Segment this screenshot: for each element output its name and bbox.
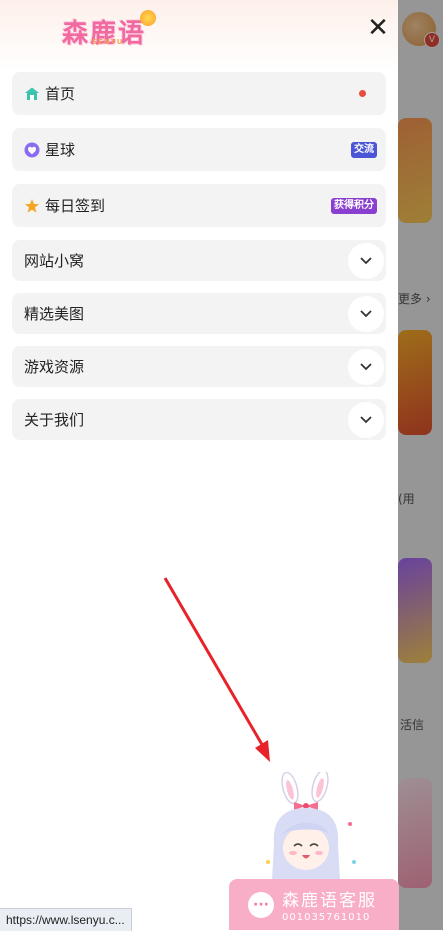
menu-item-label: 网站小窝: [24, 252, 85, 270]
chevron-down-icon[interactable]: [348, 242, 384, 279]
menu-item-label: 关于我们: [24, 411, 85, 429]
logo-subtext: SENYU: [92, 38, 124, 46]
notification-dot: [359, 89, 366, 97]
sun-icon: [140, 10, 156, 26]
menu-item-site-nest[interactable]: 网站小窝: [12, 240, 386, 281]
menu-item-home[interactable]: 首页: [12, 72, 386, 115]
chevron-down-icon[interactable]: [348, 295, 384, 332]
customer-service-button[interactable]: ··· 森鹿语客服 001035761010: [229, 879, 399, 930]
menu-badge: 获得积分: [331, 197, 377, 214]
menu-badge: 交流: [351, 141, 377, 158]
menu-item-planet[interactable]: 星球 交流: [12, 128, 386, 171]
chat-icon: ···: [248, 891, 274, 918]
menu-item-checkin[interactable]: 每日签到 获得积分: [12, 184, 386, 227]
star-icon: [24, 198, 40, 214]
home-icon: [24, 86, 40, 102]
chevron-down-icon[interactable]: [348, 348, 384, 385]
menu-item-game-resources[interactable]: 游戏资源: [12, 346, 386, 387]
menu-item-label: 精选美图: [24, 305, 85, 323]
planet-icon: [24, 142, 40, 158]
status-bar-url: https://www.lsenyu.c...: [0, 908, 132, 931]
menu-item-label: 首页: [45, 85, 76, 103]
drawer-menu: 首页 星球 交流 每日签到 获得积分 网站小窝 精选美图 游戏资源 关于我们: [12, 72, 386, 452]
menu-item-label: 每日签到: [45, 197, 106, 215]
chevron-down-icon[interactable]: [348, 401, 384, 438]
site-logo[interactable]: 森鹿语 SENYU: [62, 10, 156, 50]
service-title: 森鹿语客服: [282, 891, 377, 911]
service-number: 001035761010: [282, 912, 371, 923]
menu-item-about-us[interactable]: 关于我们: [12, 399, 386, 440]
menu-item-gallery[interactable]: 精选美图: [12, 293, 386, 334]
menu-item-label: 星球: [45, 141, 76, 159]
mascot-character[interactable]: [262, 772, 362, 892]
close-icon[interactable]: ✕: [366, 14, 390, 42]
menu-item-label: 游戏资源: [24, 358, 85, 376]
